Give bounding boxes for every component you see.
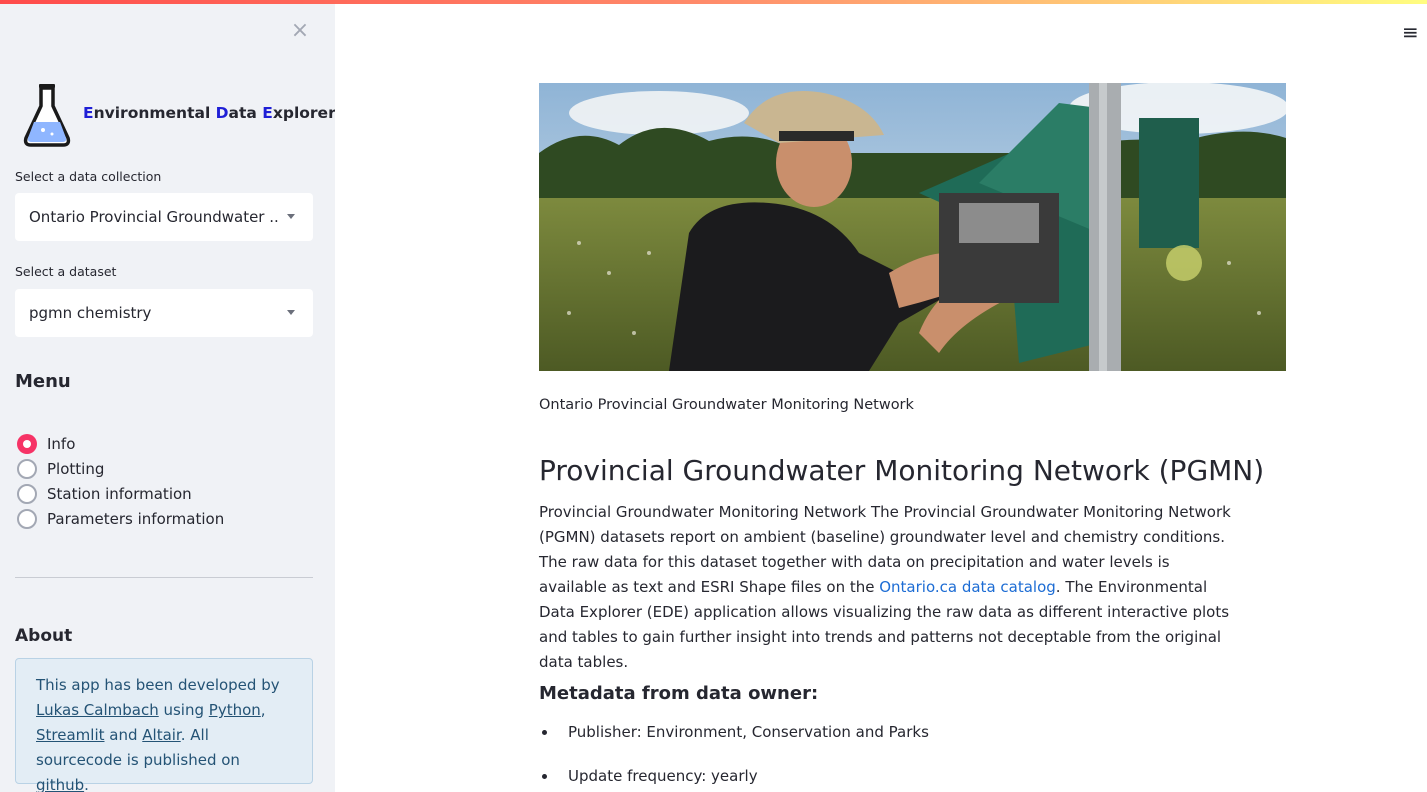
- radio-selected-icon: [17, 433, 37, 454]
- altair-link[interactable]: Altair: [142, 726, 180, 744]
- menu-heading: Menu: [15, 371, 71, 392]
- about-text: ,: [260, 701, 266, 719]
- chevron-down-icon: [287, 310, 295, 315]
- menu-item-info[interactable]: Info: [17, 431, 224, 456]
- radio-unselected-icon: [17, 483, 37, 504]
- menu-item-label: Parameters information: [47, 509, 225, 528]
- dataset-select-value: pgmn chemistry: [29, 304, 152, 322]
- dataset-label: Select a dataset: [15, 264, 117, 279]
- page-title: Provincial Groundwater Monitoring Networ…: [539, 454, 1265, 487]
- about-text: This app has been developed by: [36, 676, 280, 694]
- menu-item-station-information[interactable]: Station information: [17, 481, 224, 506]
- menu-item-plotting[interactable]: Plotting: [17, 456, 224, 481]
- app-logo: [22, 82, 72, 148]
- list-item: Publisher: Environment, Conservation and…: [539, 720, 929, 764]
- menu-item-parameters-information[interactable]: Parameters information: [17, 506, 224, 531]
- author-link[interactable]: Lukas Calmbach: [36, 701, 159, 719]
- collection-select[interactable]: Ontario Provincial Groundwater ...: [15, 193, 313, 241]
- hamburger-menu-icon[interactable]: ≡: [1402, 22, 1419, 42]
- menu-radio-group: Info Plotting Station information Parame…: [17, 431, 224, 531]
- sidebar-divider: [15, 577, 313, 578]
- about-info-box: This app has been developed by Lukas Cal…: [15, 658, 313, 792]
- about-text: using: [158, 701, 209, 719]
- github-link[interactable]: github: [36, 776, 84, 792]
- python-link[interactable]: Python: [209, 701, 261, 719]
- dataset-select[interactable]: pgmn chemistry: [15, 289, 313, 337]
- radio-unselected-icon: [17, 458, 37, 479]
- menu-item-label: Info: [47, 434, 76, 453]
- metadata-heading: Metadata from data owner:: [539, 683, 819, 704]
- chevron-down-icon: [287, 214, 295, 219]
- description-paragraph: Provincial Groundwater Monitoring Networ…: [539, 500, 1239, 675]
- sidebar: × Environmental Data Explorer Select a d…: [0, 0, 335, 792]
- app-title: Environmental Data Explorer: [83, 104, 335, 122]
- list-item: Update frequency: yearly: [539, 764, 929, 792]
- image-caption: Ontario Provincial Groundwater Monitorin…: [539, 397, 914, 413]
- about-text: .: [84, 776, 89, 792]
- hero-photo: [539, 83, 1286, 371]
- menu-item-label: Plotting: [47, 459, 105, 478]
- streamlit-link[interactable]: Streamlit: [36, 726, 105, 744]
- about-heading: About: [15, 626, 73, 646]
- metadata-list: Publisher: Environment, Conservation and…: [539, 720, 929, 792]
- flask-icon: [23, 84, 71, 147]
- menu-item-label: Station information: [47, 484, 192, 503]
- data-catalog-link[interactable]: Ontario.ca data catalog: [879, 578, 1056, 596]
- radio-unselected-icon: [17, 508, 37, 529]
- about-text: and: [104, 726, 143, 744]
- top-decoration-bar: [0, 0, 1427, 4]
- collection-label: Select a data collection: [15, 169, 162, 184]
- close-icon[interactable]: ×: [288, 19, 312, 43]
- collection-select-value: Ontario Provincial Groundwater ...: [29, 208, 279, 226]
